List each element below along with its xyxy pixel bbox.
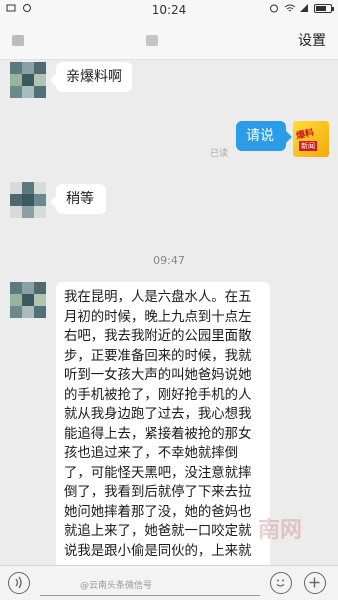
self-avatar[interactable]: 爆料 新闻 <box>293 121 329 157</box>
emoji-icon[interactable] <box>270 572 292 594</box>
battery-icon <box>314 3 334 13</box>
input-bar <box>0 565 338 600</box>
message-bubble-incoming[interactable]: 稍等 <box>50 184 106 214</box>
contact-name-blurred <box>146 35 158 46</box>
contact-avatar[interactable] <box>10 282 46 318</box>
back-button[interactable] <box>12 35 24 46</box>
settings-button[interactable]: 设置 <box>298 30 326 50</box>
voice-input-icon[interactable] <box>8 572 30 594</box>
source-watermark: @云南头条微信号 <box>80 581 153 591</box>
chat-title-bar: 设置 <box>0 20 338 60</box>
plus-icon[interactable] <box>304 572 326 594</box>
message-bubble-long[interactable]: 我在昆明，人是六盘水人。在五月初的时候，晚上九点到十点左右吧，我去我附近的公园里… <box>56 282 270 582</box>
self-avatar-text: 爆料 <box>295 128 316 142</box>
message-timestamp: 09:47 <box>153 254 185 267</box>
status-bar: 10:24 <box>0 0 338 20</box>
read-receipt: 已读 <box>210 149 229 159</box>
self-avatar-badge: 新闻 <box>299 141 317 151</box>
status-icons-right <box>269 3 334 13</box>
alarm-icon <box>269 3 279 13</box>
contact-avatar[interactable] <box>10 182 46 218</box>
watermark-overlay: 南网 <box>258 518 303 543</box>
message-bubble-outgoing[interactable]: 请说 <box>236 121 292 151</box>
wifi-icon <box>284 3 296 13</box>
contact-avatar[interactable] <box>10 62 46 98</box>
signal-icon <box>299 3 309 13</box>
message-bubble-incoming[interactable]: 亲爆料啊 <box>50 62 132 92</box>
